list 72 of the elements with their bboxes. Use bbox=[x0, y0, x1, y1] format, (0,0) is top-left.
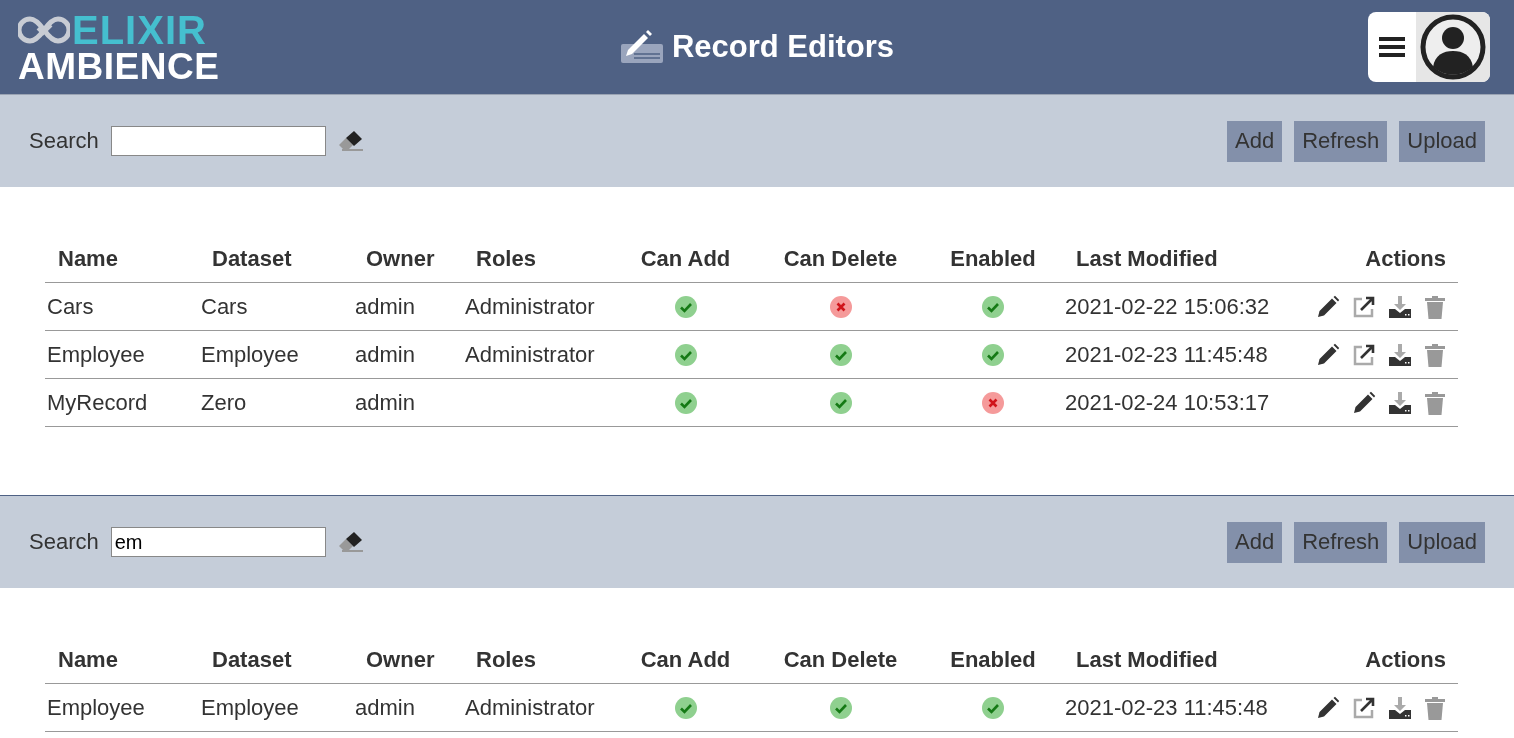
column-header: Can Delete bbox=[758, 235, 923, 283]
infinity-icon bbox=[18, 14, 70, 45]
trash-icon[interactable] bbox=[1424, 342, 1446, 367]
eraser-icon[interactable] bbox=[337, 130, 364, 152]
column-header: Dataset bbox=[199, 235, 353, 283]
download-icon[interactable] bbox=[1388, 695, 1412, 720]
trash-icon[interactable] bbox=[1424, 294, 1446, 319]
toolbar-button[interactable]: Upload bbox=[1399, 521, 1485, 563]
page-title: Record Editors bbox=[671, 29, 895, 65]
column-header: Last Modified bbox=[1063, 235, 1303, 283]
external-link-icon[interactable] bbox=[1352, 294, 1376, 319]
table-cell: admin bbox=[355, 694, 415, 721]
download-icon[interactable] bbox=[1388, 390, 1412, 415]
table-cell: Employee bbox=[201, 694, 299, 721]
table-cell: MyRecord bbox=[47, 389, 148, 416]
pencil-icon[interactable] bbox=[1316, 342, 1340, 367]
toolbar-button[interactable]: Refresh bbox=[1294, 120, 1388, 162]
pencil-icon[interactable] bbox=[1352, 390, 1376, 415]
table-cell: admin bbox=[355, 389, 415, 416]
table-cell: Cars bbox=[201, 293, 248, 320]
column-header: Actions bbox=[1303, 636, 1458, 684]
column-header: Owner bbox=[353, 636, 463, 684]
pencil-icon[interactable] bbox=[1316, 294, 1340, 319]
trash-icon[interactable] bbox=[1424, 390, 1446, 415]
table-cell: 2021-02-23 11:45:48 bbox=[1065, 341, 1268, 368]
trash-icon[interactable] bbox=[1424, 695, 1446, 720]
column-header: Dataset bbox=[199, 636, 353, 684]
column-header: Enabled bbox=[923, 636, 1063, 684]
table-cell: Administrator bbox=[465, 341, 595, 368]
table-cell: Employee bbox=[47, 341, 145, 368]
table-cell: 2021-02-24 10:53:17 bbox=[1065, 389, 1270, 416]
search-field[interactable]: em bbox=[110, 527, 326, 557]
table-cell: Employee bbox=[201, 341, 299, 368]
menu-icon[interactable] bbox=[1379, 36, 1405, 58]
table-cell: Administrator bbox=[465, 694, 595, 721]
download-icon[interactable] bbox=[1388, 294, 1412, 319]
column-header: Enabled bbox=[923, 235, 1063, 283]
table-cell: Zero bbox=[201, 389, 247, 416]
external-link-icon[interactable] bbox=[1352, 695, 1376, 720]
table-cell: admin bbox=[355, 293, 415, 320]
pencil-icon[interactable] bbox=[1316, 695, 1340, 720]
table-cell: Employee bbox=[47, 694, 145, 721]
toolbar-button[interactable]: Upload bbox=[1399, 120, 1485, 162]
column-header: Can Delete bbox=[758, 636, 923, 684]
column-header: Roles bbox=[463, 235, 613, 283]
toolbar-button[interactable]: Add bbox=[1227, 521, 1283, 563]
user-menu[interactable] bbox=[1368, 12, 1490, 82]
column-header: Name bbox=[45, 636, 199, 684]
table-cell: Administrator bbox=[465, 293, 595, 320]
column-header: Owner bbox=[353, 235, 463, 283]
edit-form-icon bbox=[619, 30, 664, 64]
eraser-icon[interactable] bbox=[337, 531, 364, 553]
search-label: Search bbox=[29, 128, 99, 154]
table-cell: admin bbox=[355, 341, 415, 368]
column-header: Can Add bbox=[613, 636, 758, 684]
column-header: Last Modified bbox=[1063, 636, 1303, 684]
logo-text: AMBIENCE bbox=[18, 47, 220, 85]
search-label: Search bbox=[29, 529, 99, 555]
download-icon[interactable] bbox=[1388, 342, 1412, 367]
table-cell: 2021-02-23 11:45:48 bbox=[1065, 694, 1268, 721]
toolbar-button[interactable]: Refresh bbox=[1294, 521, 1388, 563]
toolbar-button[interactable]: Add bbox=[1227, 120, 1283, 162]
column-header: Can Add bbox=[613, 235, 758, 283]
external-link-icon[interactable] bbox=[1352, 342, 1376, 367]
table-cell: 2021-02-22 15:06:32 bbox=[1065, 293, 1270, 320]
avatar-icon[interactable] bbox=[1420, 14, 1486, 80]
column-header: Actions bbox=[1303, 235, 1458, 283]
logo-text: ELIXIR bbox=[72, 9, 207, 50]
search-field[interactable] bbox=[110, 126, 326, 156]
column-header: Roles bbox=[463, 636, 613, 684]
column-header: Name bbox=[45, 235, 199, 283]
table-cell: Cars bbox=[47, 293, 94, 320]
